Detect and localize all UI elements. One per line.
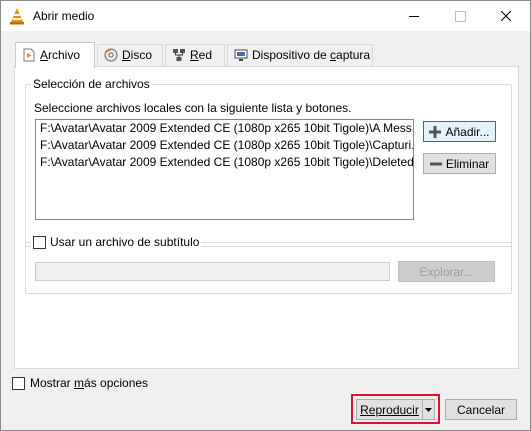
tab-label: Red (190, 48, 213, 62)
disc-icon (104, 48, 118, 62)
list-item[interactable]: F:\Avatar\Avatar 2009 Extended CE (1080p… (36, 120, 413, 137)
play-button-label: Reproducir (360, 402, 419, 417)
maximize-button (437, 1, 483, 31)
list-item[interactable]: F:\Avatar\Avatar 2009 Extended CE (1080p… (36, 137, 413, 154)
close-icon (501, 11, 511, 21)
tab-label: Disco (122, 48, 153, 62)
tab-archivo[interactable]: Archivo (15, 42, 95, 68)
remove-file-label: Eliminar (445, 156, 490, 171)
browse-subtitle-button: Explorar... (398, 261, 495, 282)
play-dropdown-button[interactable] (422, 399, 435, 420)
more-options-row[interactable]: Mostrar más opciones (12, 376, 148, 390)
cancel-button[interactable]: Cancelar (445, 399, 517, 420)
subtitle-checkbox[interactable] (33, 235, 46, 249)
file-selection-legend: Selección de archivos (31, 77, 152, 91)
close-button[interactable] (483, 1, 529, 31)
cancel-button-label: Cancelar (456, 402, 506, 417)
more-options-checkbox[interactable] (12, 376, 25, 390)
capture-device-icon (234, 49, 248, 61)
plus-icon (429, 125, 442, 138)
file-selection-instructions: Seleccione archivos locales con la sigui… (34, 101, 352, 115)
file-list[interactable]: F:\Avatar\Avatar 2009 Extended CE (1080p… (35, 119, 414, 220)
add-file-button[interactable]: Añadir... (423, 121, 496, 142)
remove-file-button[interactable]: Eliminar (423, 153, 496, 174)
tab-disco[interactable]: Disco (97, 44, 163, 66)
subtitle-checkbox-row[interactable]: Usar un archivo de subtítulo (31, 235, 202, 249)
list-item[interactable]: F:\Avatar\Avatar 2009 Extended CE (1080p… (36, 154, 413, 171)
minimize-button[interactable] (391, 1, 437, 31)
network-icon (173, 49, 185, 61)
add-file-label: Añadir... (445, 124, 490, 139)
tab-dispositivo-de-captura[interactable]: Dispositivo de captura (227, 44, 373, 66)
minus-icon (429, 162, 442, 165)
tab-red[interactable]: Red (165, 44, 225, 66)
vlc-cone-icon (10, 8, 24, 25)
file-selection-group: Selección de archivos Seleccione archivo… (25, 77, 512, 247)
window-title: Abrir medio (33, 9, 95, 23)
more-options-label: Mostrar más opciones (30, 376, 149, 390)
tab-label: Archivo (40, 48, 81, 62)
play-button[interactable]: Reproducir (356, 399, 422, 420)
subtitle-path-field (35, 262, 390, 281)
tab-label: Dispositivo de captura (252, 48, 371, 62)
file-play-icon (23, 48, 35, 62)
subtitle-checkbox-label: Usar un archivo de subtítulo (50, 235, 200, 249)
subtitle-group: Usar un archivo de subtítulo Explorar... (25, 235, 512, 294)
tab-panel-archivo: Selección de archivos Seleccione archivo… (14, 66, 519, 369)
title-bar[interactable]: Abrir medio (1, 1, 530, 31)
open-media-dialog: Abrir medio Archivo Disco Red Dispositiv… (0, 0, 531, 431)
chevron-down-icon (425, 407, 432, 412)
